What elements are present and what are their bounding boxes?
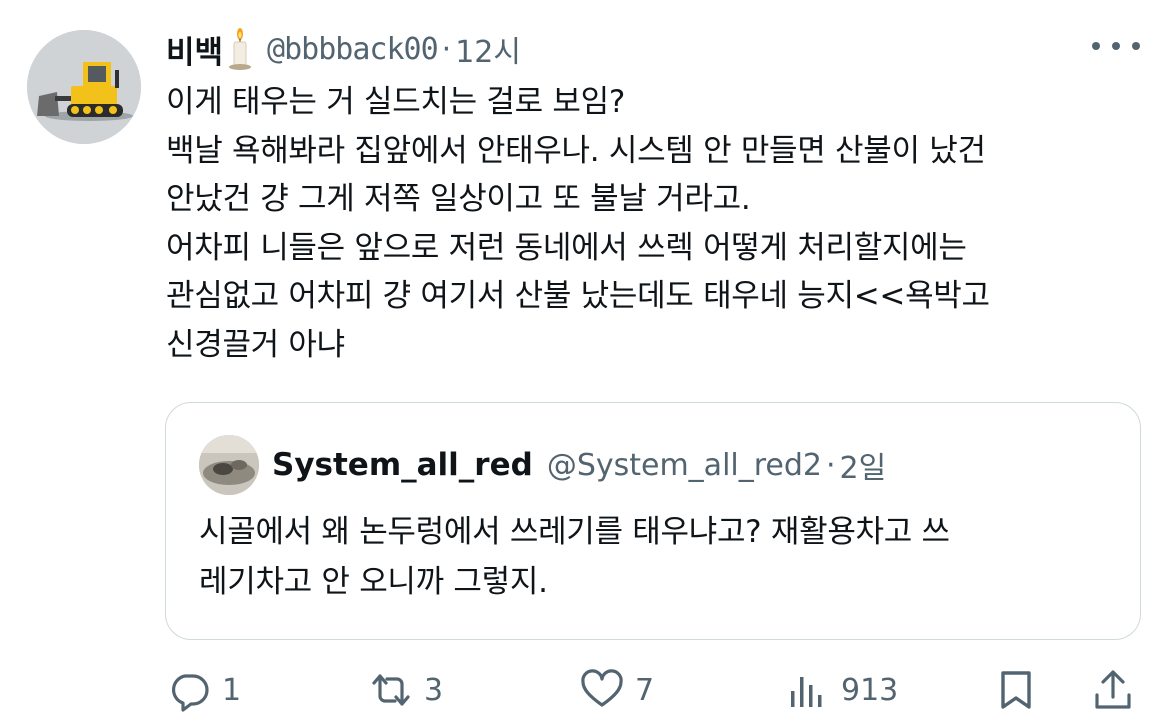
quoted-text-line: 시골에서 왜 논두렁에서 쓰레기를 태우냐고? 재활용차고 쓰 <box>199 514 950 550</box>
quoted-author-handle[interactable]: @System_all_red2 <box>547 448 822 483</box>
bookmark-button[interactable] <box>993 664 1039 716</box>
quoted-author-name[interactable]: System_all_red <box>272 447 533 483</box>
author-avatar[interactable] <box>27 30 141 144</box>
reply-count: 1 <box>222 672 242 708</box>
views-chart-icon <box>785 667 831 713</box>
author-name[interactable]: 비백 <box>166 27 223 72</box>
tweet-time[interactable]: 12시 <box>455 27 521 71</box>
tweet-header: 비백 @bbbback00 · 12시 <box>166 26 521 72</box>
author-handle[interactable]: @bbbback00 <box>267 32 439 67</box>
share-button[interactable] <box>1090 664 1136 716</box>
quoted-tweet-card[interactable]: System_all_red @System_all_red2 · 2일 시골에… <box>165 402 1141 640</box>
quoted-tweet-text: 시골에서 왜 논두렁에서 쓰레기를 태우냐고? 재활용차고 쓰 레기차고 안 오… <box>199 507 1119 607</box>
tweet-text-line: 이게 태우는 거 실드치는 걸로 보임? <box>166 84 626 120</box>
tweet-text-line: 백날 욕해봐라 집앞에서 안태우나. 시스템 안 만들면 산불이 났건 <box>166 132 986 169</box>
views-count: 913 <box>841 672 899 708</box>
views-button[interactable]: 913 <box>785 664 898 716</box>
like-count: 7 <box>635 672 655 708</box>
candle-emoji-icon <box>227 27 253 71</box>
heart-icon <box>579 667 625 713</box>
retweet-count: 3 <box>424 672 444 708</box>
retweet-icon <box>368 667 414 713</box>
quoted-tweet-header: System_all_red @System_all_red2 · 2일 <box>272 441 886 489</box>
separator-dot: · <box>826 447 836 483</box>
retweet-button[interactable]: 3 <box>368 664 443 716</box>
tweet-text-line: 안났건 걍 그게 저쪽 일상이고 또 불날 거라고. <box>166 181 751 217</box>
reply-button[interactable]: 1 <box>166 664 241 716</box>
more-horizontal-icon[interactable] <box>1092 34 1140 58</box>
quoted-avatar-image <box>199 435 259 495</box>
tweet-text-line: 신경끌거 아냐 <box>166 326 345 363</box>
tweet-text-line: 어차피 니들은 앞으로 저런 동네에서 쓰렉 어떻게 처리할지에는 <box>166 229 967 266</box>
tweet-text: 이게 태우는 거 실드치는 걸로 보임? 백날 욕해봐라 집앞에서 안태우나. … <box>166 78 1156 369</box>
like-button[interactable]: 7 <box>579 664 654 716</box>
share-icon <box>1090 667 1136 713</box>
quoted-text-line: 레기차고 안 오니까 그렇지. <box>199 564 548 600</box>
quoted-tweet-time[interactable]: 2일 <box>840 443 887 487</box>
tweet-text-line: 관심없고 어차피 걍 여기서 산불 났는데도 태우네 능지<<욕박고 <box>166 278 990 314</box>
bookmark-icon <box>993 667 1039 713</box>
reply-icon <box>166 667 212 713</box>
bulldozer-avatar-image <box>27 30 141 144</box>
quoted-author-avatar[interactable] <box>199 435 259 495</box>
separator-dot: · <box>441 31 452 67</box>
